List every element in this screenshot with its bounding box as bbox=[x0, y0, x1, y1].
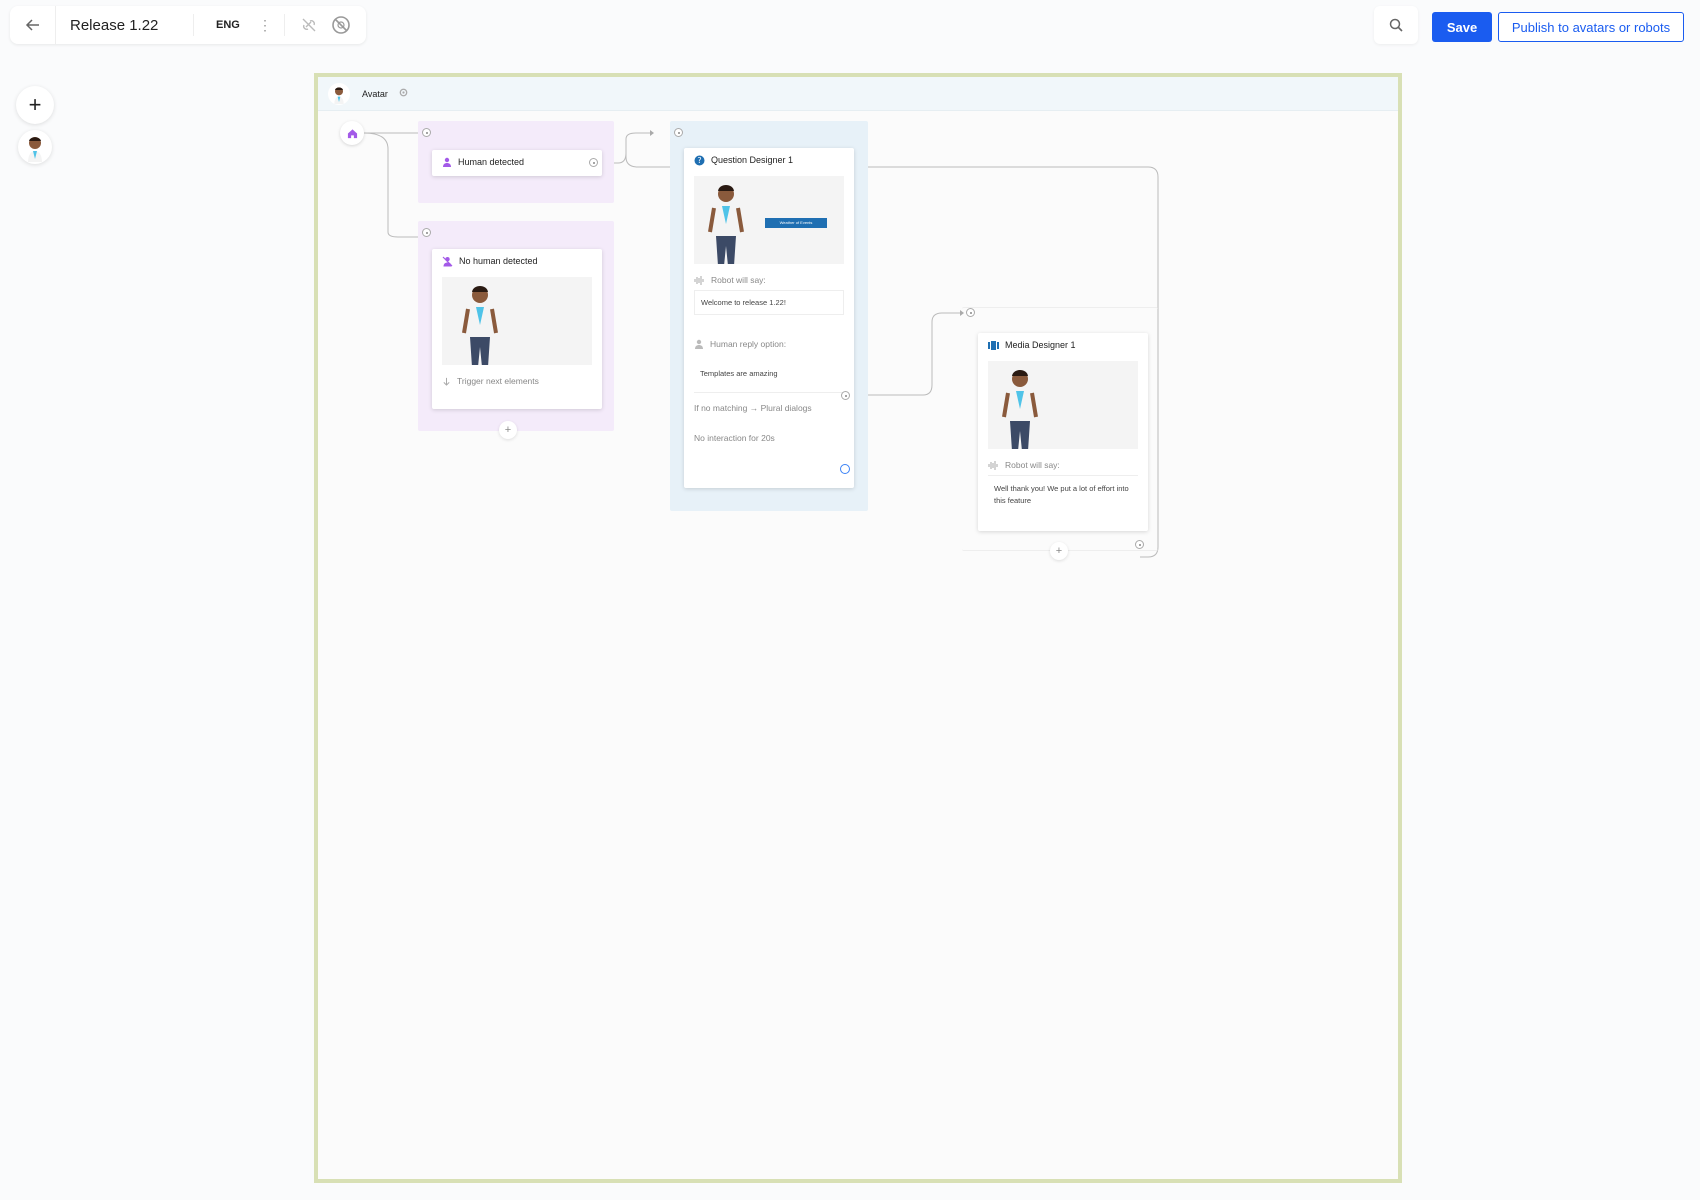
canvas-header: Avatar bbox=[318, 77, 1398, 111]
link-off-icon bbox=[302, 18, 316, 32]
media-designer-card[interactable]: Media Designer 1 Robot will say: Well th… bbox=[978, 333, 1148, 531]
media-preview bbox=[988, 361, 1138, 449]
robot-say-text[interactable]: Well thank you! We put a lot of effort i… bbox=[988, 475, 1138, 514]
robot-screen-button: Weather of Events bbox=[765, 218, 827, 228]
avatar-figure bbox=[708, 185, 744, 264]
add-avatar-button[interactable]: + bbox=[16, 86, 54, 124]
person-icon bbox=[694, 339, 704, 349]
trigger-row: Trigger next elements bbox=[432, 369, 602, 393]
reply-label: Human reply option: bbox=[710, 339, 787, 349]
no-interaction-row[interactable]: No interaction for 20s bbox=[684, 423, 854, 453]
avatar-image bbox=[334, 86, 344, 104]
human-detected-card[interactable]: Human detected bbox=[432, 150, 602, 176]
robot-say-row: Robot will say: bbox=[978, 455, 1148, 475]
output-port[interactable] bbox=[1135, 540, 1144, 549]
input-port[interactable] bbox=[966, 308, 975, 317]
flow-canvas[interactable]: Avatar Human detected No human detected … bbox=[314, 73, 1402, 1183]
card-title: Media Designer 1 bbox=[1005, 340, 1076, 350]
no-match-row[interactable]: If no matching → Plural dialogs bbox=[684, 393, 854, 423]
trigger-label: Trigger next elements bbox=[457, 376, 539, 386]
robot-say-text[interactable]: Welcome to release 1.22! bbox=[694, 290, 844, 315]
save-button[interactable]: Save bbox=[1432, 12, 1492, 42]
search-button[interactable] bbox=[1374, 6, 1418, 44]
avatar-selector[interactable] bbox=[18, 130, 52, 164]
reply-row: Human reply option: bbox=[684, 333, 854, 355]
robot-say-row: Robot will say: bbox=[684, 270, 854, 290]
gear-icon bbox=[399, 88, 408, 96]
avatar-figure bbox=[462, 286, 498, 365]
sound-wave-icon bbox=[988, 460, 999, 470]
plus-icon: + bbox=[28, 92, 42, 117]
disable-button[interactable] bbox=[325, 9, 357, 41]
search-icon bbox=[1389, 18, 1403, 32]
toolbar-divider bbox=[284, 14, 285, 36]
add-element-button[interactable]: + bbox=[499, 421, 517, 439]
input-port[interactable] bbox=[674, 128, 683, 137]
question-icon: ? bbox=[694, 155, 705, 166]
more-vertical-icon[interactable]: ⋮ bbox=[254, 17, 276, 34]
settings-button[interactable] bbox=[398, 85, 409, 103]
robot-say-label: Robot will say: bbox=[1005, 460, 1060, 470]
timeout-output-port[interactable] bbox=[840, 464, 850, 474]
avatar-figure bbox=[1002, 370, 1038, 449]
media-icon bbox=[988, 340, 999, 350]
input-port[interactable] bbox=[422, 128, 431, 137]
page-title[interactable]: Release 1.22 bbox=[56, 14, 194, 36]
input-port[interactable] bbox=[422, 228, 431, 237]
no-interaction-label: No interaction for 20s bbox=[694, 433, 775, 443]
arrow-down-icon bbox=[442, 377, 451, 386]
no-match-label: If no matching → Plural dialogs bbox=[694, 403, 812, 413]
arrow-head bbox=[650, 130, 654, 136]
unlink-button[interactable] bbox=[293, 9, 325, 41]
start-node[interactable] bbox=[340, 121, 364, 145]
wire-home-nohuman bbox=[363, 132, 418, 238]
svg-text:?: ? bbox=[697, 156, 701, 165]
language-selector[interactable]: ENG bbox=[194, 19, 254, 31]
canvas-header-label: Avatar bbox=[362, 88, 388, 99]
toolbar: Release 1.22 ENG ⋮ bbox=[10, 6, 366, 44]
avatar-preview bbox=[442, 277, 592, 365]
person-icon bbox=[442, 157, 452, 167]
block-icon bbox=[332, 16, 350, 34]
back-arrow-icon bbox=[25, 19, 39, 31]
canvas-avatar bbox=[328, 82, 350, 105]
card-title: No human detected bbox=[459, 256, 538, 266]
question-preview: Weather of Events bbox=[694, 176, 844, 264]
output-port[interactable] bbox=[589, 158, 598, 167]
avatar-image bbox=[28, 137, 42, 162]
question-designer-card[interactable]: ? Question Designer 1 Weather of Events … bbox=[684, 148, 854, 488]
robot-say-label: Robot will say: bbox=[711, 275, 766, 285]
card-title: Human detected bbox=[458, 157, 525, 167]
add-element-button[interactable]: + bbox=[1050, 542, 1068, 560]
home-icon bbox=[347, 128, 357, 138]
back-button[interactable] bbox=[10, 6, 56, 44]
sound-wave-icon bbox=[694, 275, 705, 285]
reply-text: Templates are amazing bbox=[700, 369, 778, 378]
person-off-icon bbox=[442, 256, 453, 267]
reply-output-port[interactable] bbox=[841, 391, 850, 400]
reply-option[interactable]: Templates are amazing bbox=[694, 355, 844, 393]
no-human-detected-card[interactable]: No human detected Trigger next elements bbox=[432, 249, 602, 409]
card-title: Question Designer 1 bbox=[711, 155, 794, 165]
publish-button[interactable]: Publish to avatars or robots bbox=[1498, 12, 1684, 42]
